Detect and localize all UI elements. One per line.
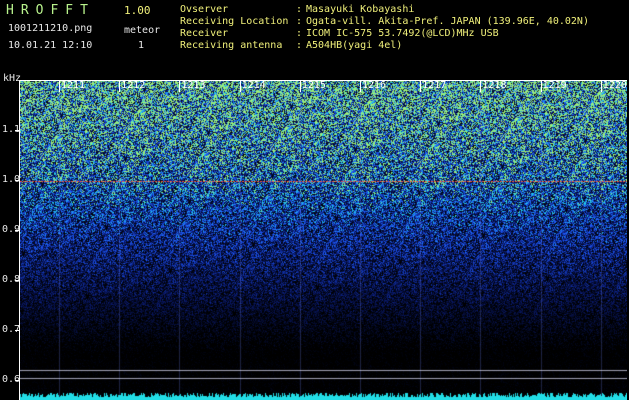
x-tick-label: 1219 [542, 80, 567, 91]
file-name: 1001211210.png [8, 23, 93, 34]
antenna-label: Receiving antenna [180, 40, 283, 51]
x-tick-label: 1211 [61, 80, 86, 91]
y-tick-mark [15, 380, 19, 381]
mode-label: meteor [124, 25, 161, 36]
y-tick-mark [15, 330, 19, 331]
x-tick-label: 1216 [362, 80, 387, 91]
receiver-value: ICOM IC-575 53.7492(@LCD)MHz USB [306, 28, 499, 39]
x-tick-mark [239, 80, 241, 92]
capture-datetime: 10.01.21 12:10 [8, 40, 93, 51]
observer-label: Ovserver [180, 4, 229, 15]
x-tick-mark [299, 80, 301, 92]
x-tick-label: 1215 [301, 80, 326, 91]
meteor-count: 1 [138, 40, 145, 51]
location-label: Receiving Location [180, 16, 289, 27]
y-tick-mark [15, 130, 19, 131]
x-tick-mark [540, 80, 542, 92]
antenna-colon: : [296, 40, 303, 51]
receiver-colon: : [296, 28, 303, 39]
observer-value: Masayuki Kobayashi [306, 4, 415, 15]
x-tick-mark [600, 80, 602, 92]
y-tick-mark [15, 230, 19, 231]
location-colon: : [296, 16, 303, 27]
x-tick-label: 1218 [482, 80, 507, 91]
x-tick-mark [420, 80, 422, 92]
app-title: HROFFT [6, 3, 95, 18]
x-tick-mark [360, 80, 361, 92]
x-tick-label: 1214 [241, 80, 266, 91]
x-tick-mark [59, 80, 60, 92]
receiver-label: Receiver [180, 28, 229, 39]
hrofft-window: HROFFT 1.00 1001211210.png meteor 10.01.… [0, 0, 629, 400]
spectrogram-canvas [20, 80, 627, 400]
x-tick-label: 1212 [121, 80, 146, 91]
x-tick-mark [179, 80, 181, 92]
x-tick-label: 1220 [602, 80, 627, 91]
x-tick-mark [119, 80, 121, 92]
x-tick-label: 1213 [181, 80, 206, 91]
observer-colon: : [296, 4, 303, 15]
y-axis-unit: kHz [3, 73, 22, 84]
app-version: 1.00 [124, 4, 151, 17]
x-tick-label: 1217 [422, 80, 447, 91]
x-tick-mark [480, 80, 482, 92]
y-tick-mark [15, 180, 19, 181]
y-tick-mark [15, 280, 19, 281]
location-value: Ogata-vill. Akita-Pref. JAPAN (139.96E, … [306, 16, 589, 27]
antenna-value: A504HB(yagi 4el) [306, 40, 403, 51]
